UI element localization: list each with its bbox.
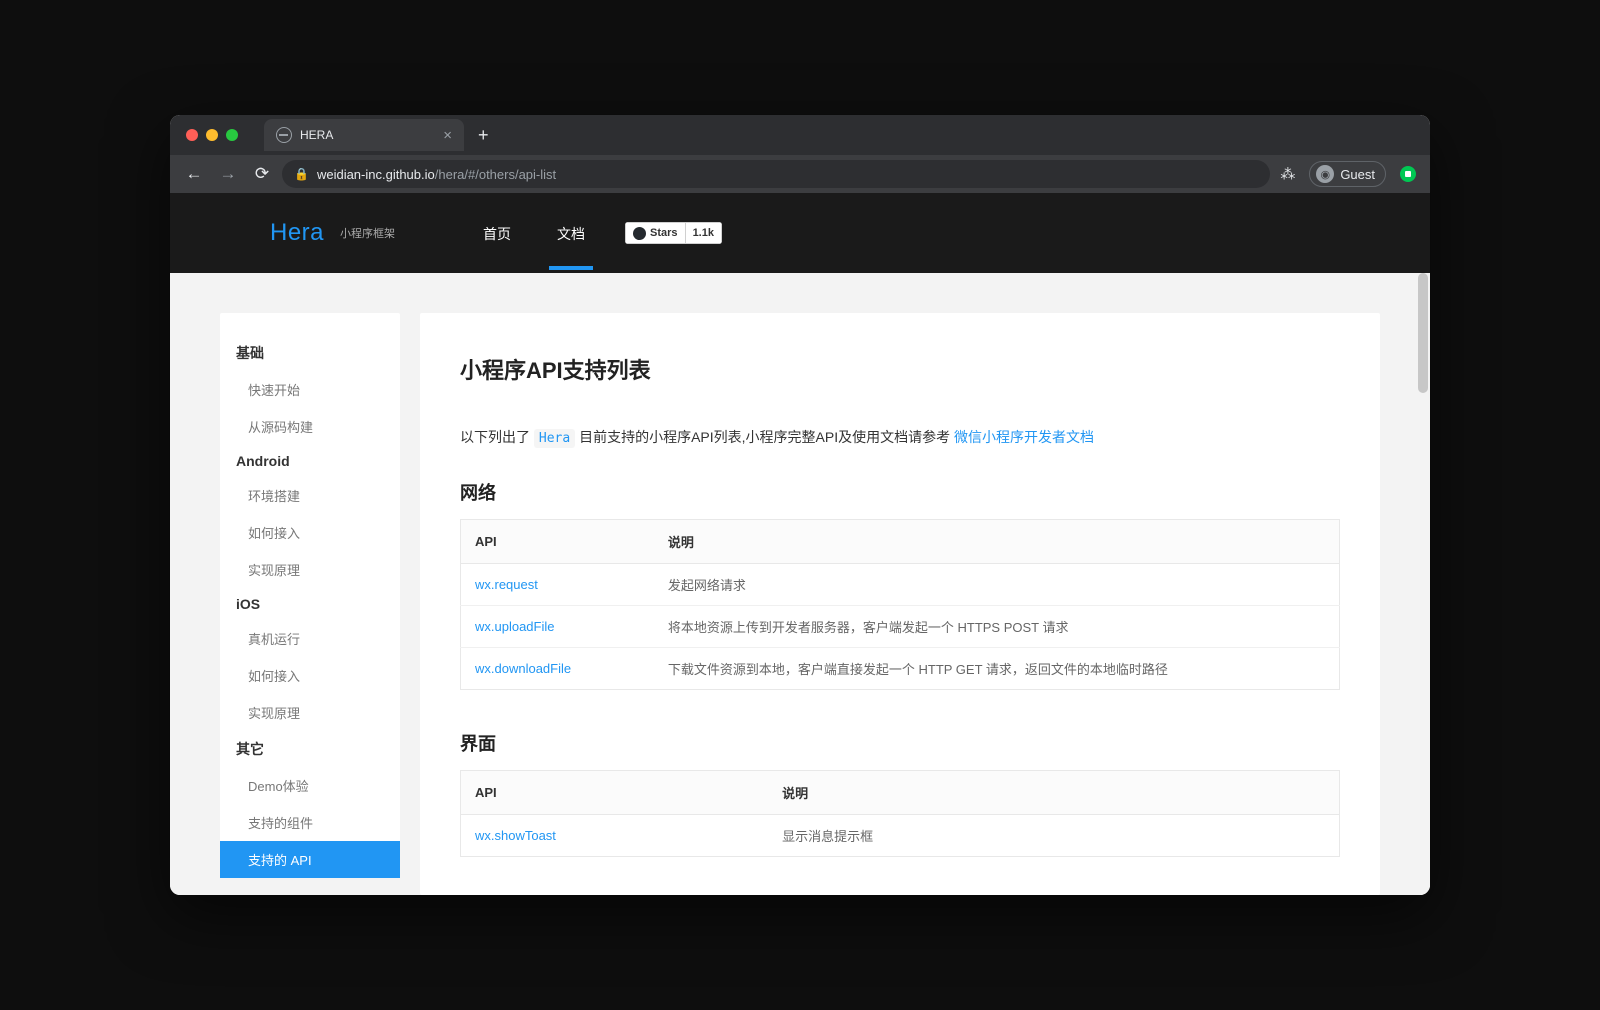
- minimize-window-button[interactable]: [206, 129, 218, 141]
- tab-title: HERA: [300, 128, 435, 142]
- github-icon: [633, 227, 646, 240]
- sidebar-item[interactable]: 实现原理: [220, 694, 400, 731]
- github-stars-badge[interactable]: Stars 1.1k: [625, 222, 722, 244]
- api-desc: 发起网络请求: [654, 564, 1340, 606]
- back-button[interactable]: ←: [180, 164, 208, 184]
- wechat-docs-link[interactable]: 微信小程序开发者文档: [954, 429, 1094, 445]
- main-content: 小程序API支持列表 以下列出了 Hera 目前支持的小程序API列表,小程序完…: [420, 313, 1380, 895]
- api-link[interactable]: wx.uploadFile: [461, 606, 654, 648]
- primary-nav: 首页文档: [465, 196, 603, 270]
- url-field[interactable]: 🔒 weidian-inc.github.io/hera/#/others/ap…: [282, 160, 1270, 188]
- scrollbar[interactable]: [1416, 273, 1430, 895]
- intro-text: 以下列出了 Hera 目前支持的小程序API列表,小程序完整API及使用文档请参…: [460, 427, 1340, 447]
- api-desc: 显示消息提示框: [768, 815, 1339, 857]
- sidebar: 基础快速开始从源码构建Android环境搭建如何接入实现原理iOS真机运行如何接…: [220, 313, 400, 878]
- sidebar-item[interactable]: 实现原理: [220, 551, 400, 588]
- profile-label: Guest: [1340, 167, 1375, 182]
- api-link[interactable]: wx.downloadFile: [461, 648, 654, 690]
- intro-code: Hera: [534, 429, 575, 448]
- section-title: 网络: [460, 479, 1340, 505]
- intro-mid: 目前支持的小程序API列表,小程序完整API及使用文档请参考: [579, 429, 950, 445]
- window-controls: [180, 129, 244, 141]
- sidebar-item[interactable]: Demo体验: [220, 767, 400, 804]
- api-link[interactable]: wx.showToast: [461, 815, 769, 857]
- extension-icon[interactable]: [1400, 166, 1416, 182]
- scrollbar-thumb[interactable]: [1418, 273, 1428, 393]
- sidebar-item[interactable]: 环境搭建: [220, 477, 400, 514]
- url-path: /hera/#/others/api-list: [435, 167, 556, 182]
- browser-window: HERA × + ← → ⟳ 🔒 weidian-inc.github.io/h…: [170, 115, 1430, 895]
- sidebar-group-title: 其它: [220, 731, 400, 767]
- intro-prefix: 以下列出了: [460, 429, 530, 445]
- toolbar-icons: ⁂ ◉ Guest: [1276, 161, 1420, 187]
- close-window-button[interactable]: [186, 129, 198, 141]
- site-logo-sub: 小程序框架: [340, 225, 395, 241]
- col-desc-header: 说明: [654, 520, 1340, 564]
- col-api-header: API: [461, 520, 654, 564]
- profile-button[interactable]: ◉ Guest: [1309, 161, 1386, 187]
- sidebar-item[interactable]: 如何接入: [220, 514, 400, 551]
- close-tab-icon[interactable]: ×: [443, 127, 452, 144]
- content-area: 基础快速开始从源码构建Android环境搭建如何接入实现原理iOS真机运行如何接…: [170, 273, 1430, 895]
- col-api-header: API: [461, 771, 769, 815]
- lock-icon: 🔒: [294, 167, 309, 181]
- gh-stars-count: 1.1k: [686, 222, 722, 244]
- layout: 基础快速开始从源码构建Android环境搭建如何接入实现原理iOS真机运行如何接…: [220, 273, 1380, 895]
- fullscreen-window-button[interactable]: [226, 129, 238, 141]
- nav-link[interactable]: 首页: [465, 196, 529, 270]
- tab-bar: HERA × +: [170, 115, 1430, 155]
- section-title: 界面: [460, 730, 1340, 756]
- address-bar: ← → ⟳ 🔒 weidian-inc.github.io/hera/#/oth…: [170, 155, 1430, 193]
- table-row: wx.showToast显示消息提示框: [461, 815, 1340, 857]
- sidebar-group-title: Android: [220, 445, 400, 477]
- sidebar-item[interactable]: 支持的组件: [220, 804, 400, 841]
- forward-button[interactable]: →: [214, 164, 242, 184]
- browser-chrome: HERA × + ← → ⟳ 🔒 weidian-inc.github.io/h…: [170, 115, 1430, 193]
- table-row: wx.request发起网络请求: [461, 564, 1340, 606]
- reload-button[interactable]: ⟳: [248, 164, 276, 184]
- api-link[interactable]: wx.request: [461, 564, 654, 606]
- page-title: 小程序API支持列表: [460, 353, 1340, 385]
- api-table: API说明wx.request发起网络请求wx.uploadFile将本地资源上…: [460, 519, 1340, 690]
- col-desc-header: 说明: [768, 771, 1339, 815]
- sidebar-item[interactable]: 如何接入: [220, 657, 400, 694]
- translate-icon[interactable]: ⁂: [1280, 165, 1295, 183]
- gh-stars-label: Stars: [650, 227, 678, 239]
- site-logo[interactable]: Hera: [270, 219, 324, 247]
- api-table: API说明wx.showToast显示消息提示框: [460, 770, 1340, 857]
- globe-icon: [276, 127, 292, 143]
- api-desc: 将本地资源上传到开发者服务器，客户端发起一个 HTTPS POST 请求: [654, 606, 1340, 648]
- sidebar-group-title: 基础: [220, 335, 400, 371]
- nav-link[interactable]: 文档: [539, 196, 603, 270]
- sidebar-item[interactable]: 快速开始: [220, 371, 400, 408]
- table-row: wx.downloadFile下载文件资源到本地，客户端直接发起一个 HTTP …: [461, 648, 1340, 690]
- site-header: Hera 小程序框架 首页文档 Stars 1.1k: [170, 193, 1430, 273]
- table-row: wx.uploadFile将本地资源上传到开发者服务器，客户端发起一个 HTTP…: [461, 606, 1340, 648]
- url-host: weidian-inc.github.io: [317, 167, 435, 182]
- new-tab-button[interactable]: +: [470, 125, 497, 146]
- api-desc: 下载文件资源到本地，客户端直接发起一个 HTTP GET 请求，返回文件的本地临…: [654, 648, 1340, 690]
- sidebar-item[interactable]: 真机运行: [220, 620, 400, 657]
- sidebar-item[interactable]: 从源码构建: [220, 408, 400, 445]
- avatar-icon: ◉: [1316, 165, 1334, 183]
- sidebar-group-title: iOS: [220, 588, 400, 620]
- sidebar-item[interactable]: 支持的 API: [220, 841, 400, 878]
- browser-tab[interactable]: HERA ×: [264, 119, 464, 151]
